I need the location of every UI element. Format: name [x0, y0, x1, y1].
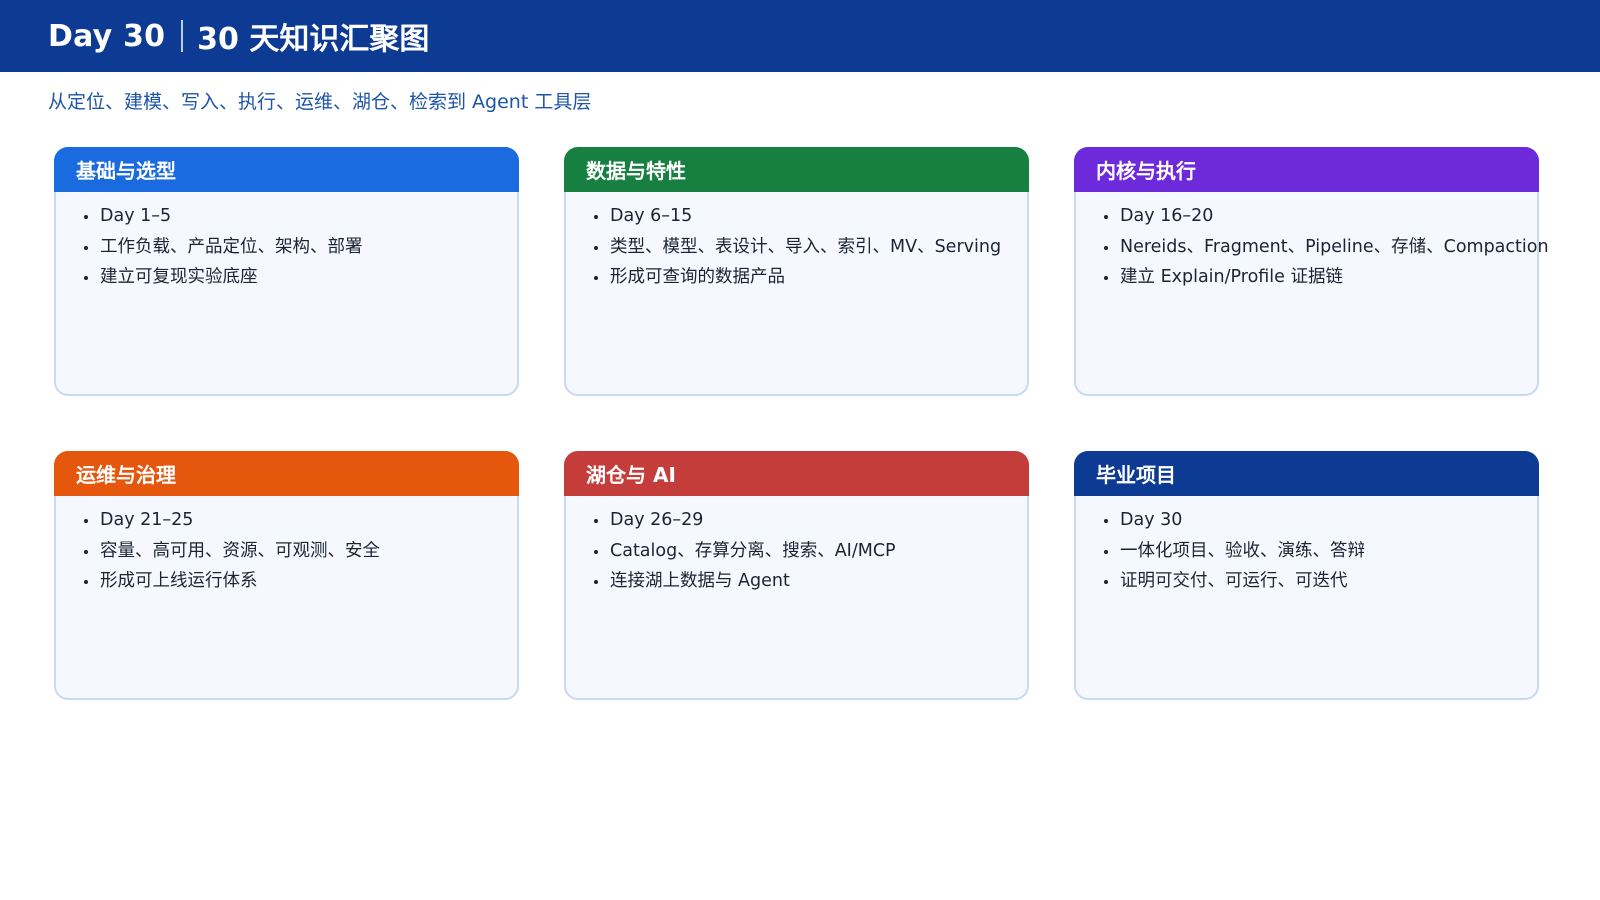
card-title: 内核与执行	[1096, 159, 1196, 183]
list-item: Day 1–5	[82, 201, 517, 232]
card-ops-governance: 运维与治理 Day 21–25 容量、高可用、资源、可观测、安全 形成可上线运行…	[54, 451, 519, 700]
card-header: 毕业项目	[1074, 451, 1539, 496]
card-title: 运维与治理	[76, 463, 176, 487]
slide: Day 30 30 天知识汇聚图 从定位、建模、写入、执行、运维、湖仓、检索到 …	[0, 0, 1600, 900]
card-title: 基础与选型	[76, 159, 176, 183]
list-item: 类型、模型、表设计、导入、索引、MV、Serving	[592, 232, 1027, 263]
card-header: 运维与治理	[54, 451, 519, 496]
header-bar: Day 30 30 天知识汇聚图	[0, 0, 1600, 72]
card-list: Day 6–15 类型、模型、表设计、导入、索引、MV、Serving 形成可查…	[566, 192, 1027, 293]
card-title: 湖仓与 AI	[586, 463, 676, 487]
header-day: Day 30	[48, 18, 166, 54]
card-kernel-execution: 内核与执行 Day 16–20 Nereids、Fragment、Pipelin…	[1074, 147, 1549, 396]
list-item: Day 26–29	[592, 505, 1027, 536]
card-list: Day 1–5 工作负载、产品定位、架构、部署 建立可复现实验底座	[56, 192, 517, 293]
list-item: Day 21–25	[82, 505, 517, 536]
list-item: 建立 Explain/Profile 证据链	[1102, 262, 1537, 293]
card-capstone: 毕业项目 Day 30 一体化项目、验收、演练、答辩 证明可交付、可运行、可迭代	[1074, 451, 1539, 700]
header-divider	[181, 20, 184, 52]
list-item: 连接湖上数据与 Agent	[592, 566, 1027, 597]
list-item: Day 30	[1102, 505, 1537, 536]
card-header: 数据与特性	[564, 147, 1029, 192]
list-item: 形成可上线运行体系	[82, 566, 517, 597]
card-list: Day 21–25 容量、高可用、资源、可观测、安全 形成可上线运行体系	[56, 496, 517, 597]
card-lakehouse-ai: 湖仓与 AI Day 26–29 Catalog、存算分离、搜索、AI/MCP …	[564, 451, 1029, 700]
card-title: 数据与特性	[586, 159, 686, 183]
card-header: 基础与选型	[54, 147, 519, 192]
list-item: 证明可交付、可运行、可迭代	[1102, 566, 1537, 597]
list-item: 建立可复现实验底座	[82, 262, 517, 293]
page-subtitle: 从定位、建模、写入、执行、运维、湖仓、检索到 Agent 工具层	[48, 91, 592, 113]
page-title: 30 天知识汇聚图	[197, 22, 430, 57]
list-item: 形成可查询的数据产品	[592, 262, 1027, 293]
card-foundation: 基础与选型 Day 1–5 工作负载、产品定位、架构、部署 建立可复现实验底座	[54, 147, 519, 396]
list-item: Catalog、存算分离、搜索、AI/MCP	[592, 536, 1027, 567]
list-item: 容量、高可用、资源、可观测、安全	[82, 536, 517, 567]
card-header: 内核与执行	[1074, 147, 1539, 192]
card-list: Day 16–20 Nereids、Fragment、Pipeline、存储、C…	[1076, 192, 1549, 293]
card-title: 毕业项目	[1096, 463, 1176, 487]
card-list: Day 30 一体化项目、验收、演练、答辩 证明可交付、可运行、可迭代	[1076, 496, 1537, 597]
list-item: Day 6–15	[592, 201, 1027, 232]
list-item: 工作负载、产品定位、架构、部署	[82, 232, 517, 263]
card-list: Day 26–29 Catalog、存算分离、搜索、AI/MCP 连接湖上数据与…	[566, 496, 1027, 597]
list-item: 一体化项目、验收、演练、答辩	[1102, 536, 1537, 567]
card-data-features: 数据与特性 Day 6–15 类型、模型、表设计、导入、索引、MV、Servin…	[564, 147, 1029, 396]
list-item: Day 16–20	[1102, 201, 1537, 232]
card-header: 湖仓与 AI	[564, 451, 1029, 496]
list-item: Nereids、Fragment、Pipeline、存储、Compaction	[1102, 232, 1549, 263]
